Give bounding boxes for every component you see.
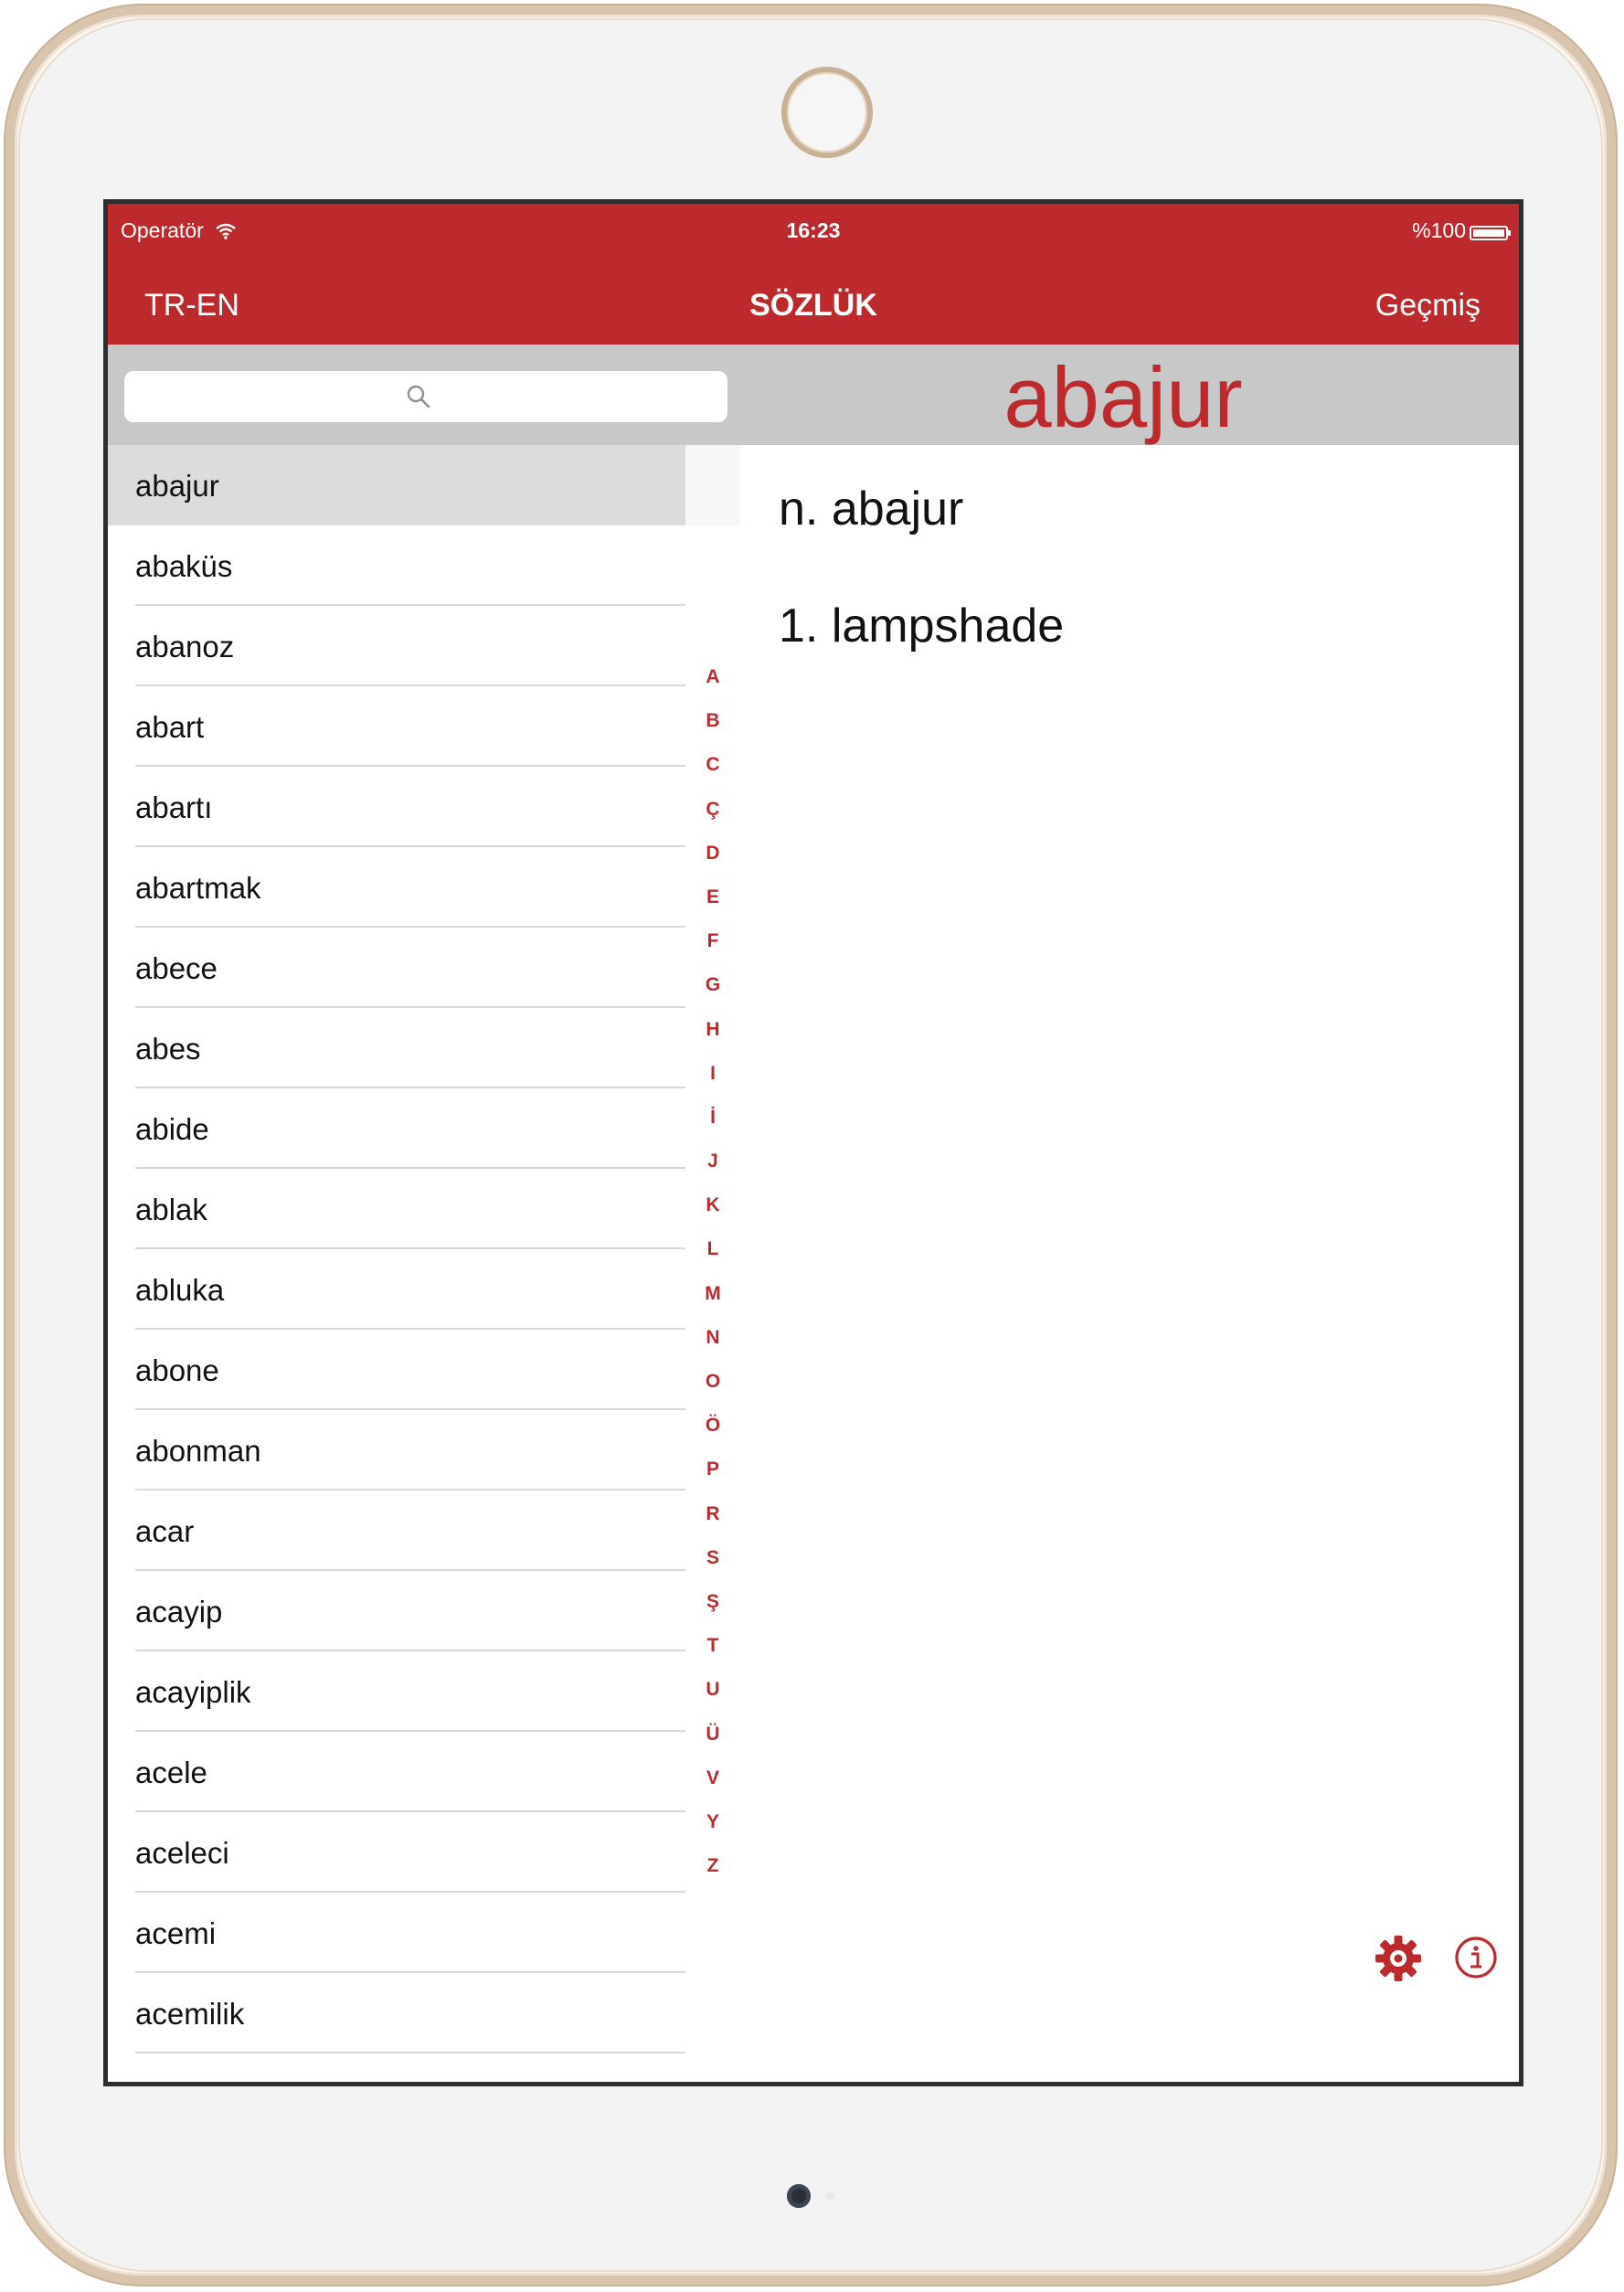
index-letter[interactable]: A [685, 655, 740, 699]
list-item[interactable]: acar [108, 1491, 685, 1571]
page-indicator [15, 2184, 1607, 2212]
index-letter[interactable]: P [685, 1448, 740, 1491]
list-item[interactable]: acayiplik [108, 1651, 685, 1732]
list-item[interactable]: aceleci [108, 1812, 685, 1893]
index-letters: ABCÇDEFGHIİJKLMNOÖPRSŞTUÜVYZ [685, 655, 740, 1888]
definition-panel: n. abajur 1. lampshade [740, 445, 1519, 2082]
status-right: %100 [1412, 218, 1511, 243]
battery-icon [1470, 226, 1511, 240]
list-item[interactable]: abonman [108, 1410, 685, 1491]
list-item-label: abaküs [135, 549, 233, 583]
index-letter[interactable]: V [685, 1756, 740, 1800]
list-item-label: abone [135, 1353, 219, 1387]
header-band: abajur [108, 345, 1519, 445]
list-item-label: acele [135, 1756, 207, 1789]
alphabet-index: ABCÇDEFGHIİJKLMNOÖPRSŞTUÜVYZ [685, 445, 740, 2082]
index-letter[interactable]: M [685, 1272, 740, 1316]
index-letter[interactable]: E [685, 875, 740, 919]
status-bar: Operatör 16:23 %100 [108, 204, 1519, 253]
search-icon [405, 383, 432, 415]
index-letter[interactable]: C [685, 743, 740, 787]
list-item[interactable]: acemi [108, 1893, 685, 1973]
list-item-label: abece [135, 951, 218, 985]
history-button[interactable]: Geçmiş [1375, 288, 1481, 324]
index-letter[interactable]: Ü [685, 1713, 740, 1756]
index-letter[interactable]: L [685, 1227, 740, 1271]
list-item-label: abartı [135, 791, 213, 824]
index-letter[interactable]: Ş [685, 1580, 740, 1624]
list-item-label: acayip [135, 1595, 223, 1629]
page-indicator-dot-active [787, 2184, 811, 2208]
index-letter[interactable]: T [685, 1624, 740, 1668]
index-letter[interactable]: U [685, 1668, 740, 1712]
index-letter[interactable]: G [685, 963, 740, 1007]
index-strip-top [685, 445, 740, 525]
gear-icon[interactable] [1375, 1935, 1422, 1982]
index-letter[interactable]: D [685, 832, 740, 875]
index-letter[interactable]: Y [685, 1800, 740, 1844]
info-icon[interactable] [1453, 1935, 1499, 1980]
word-list: abajur abaküs abanoz abart abartı abartmak abe… [108, 445, 685, 2082]
list-item[interactable]: abluka [108, 1249, 685, 1330]
list-item-label: abonman [135, 1434, 261, 1468]
list-item-label: abajur [135, 469, 219, 503]
index-letter[interactable]: R [685, 1492, 740, 1536]
list-item-label: ablak [135, 1193, 207, 1226]
list-item-label: abes [135, 1032, 201, 1066]
list-item[interactable]: acayip [108, 1571, 685, 1651]
list-item-label: abanoz [135, 630, 235, 663]
list-item[interactable]: abanoz [108, 606, 685, 686]
definition-sense: 1. lampshade [779, 600, 1065, 653]
selected-word-title: abajur [1003, 349, 1243, 445]
home-button[interactable] [781, 67, 873, 158]
app-screen: Operatör 16:23 %100 TR-EN SÖZLÜK Geçmiş [103, 199, 1523, 2086]
list-item-label: abart [135, 710, 205, 744]
index-letter[interactable]: Z [685, 1844, 740, 1888]
list-item[interactable]: acele [108, 1732, 685, 1812]
index-letter[interactable]: S [685, 1536, 740, 1580]
list-item[interactable]: abartmak [108, 847, 685, 928]
list-item-label: acemilik [135, 1997, 245, 2031]
index-letter[interactable]: Ç [685, 788, 740, 832]
list-item[interactable]: abone [108, 1330, 685, 1410]
page-indicator-dot-inactive [825, 2191, 834, 2201]
list-item-label: abluka [135, 1273, 225, 1307]
index-letter[interactable]: Ö [685, 1404, 740, 1448]
list-item[interactable]: abes [108, 1008, 685, 1088]
list-item[interactable]: acemilik [108, 1973, 685, 2053]
list-item[interactable]: abartı [108, 767, 685, 847]
index-letter[interactable]: O [685, 1360, 740, 1404]
list-item[interactable]: ablak [108, 1169, 685, 1249]
index-letter[interactable]: F [685, 919, 740, 963]
list-item-label: acayiplik [135, 1675, 251, 1709]
list-item-label: aceleci [135, 1836, 229, 1870]
index-letter[interactable]: J [685, 1140, 740, 1183]
index-letter[interactable]: İ [685, 1096, 740, 1140]
index-letter[interactable]: K [685, 1183, 740, 1227]
list-item[interactable]: abaküs [108, 525, 685, 606]
list-item-label: acente [135, 2077, 226, 2082]
list-item[interactable]: abece [108, 928, 685, 1008]
definition-part-of-speech: n. abajur [779, 483, 964, 536]
navigation-bar: TR-EN SÖZLÜK Geçmiş [108, 253, 1519, 345]
battery-percent: %100 [1412, 218, 1466, 242]
page-title: SÖZLÜK [749, 288, 877, 323]
index-letter[interactable]: B [685, 699, 740, 743]
list-item-label: acemi [135, 1916, 217, 1950]
list-item-label: abartmak [135, 871, 261, 905]
list-item[interactable]: abide [108, 1088, 685, 1169]
list-item[interactable]: abajur [108, 445, 685, 525]
index-letter[interactable]: H [685, 1008, 740, 1052]
list-item[interactable]: acente [108, 2053, 685, 2082]
search-input[interactable] [124, 371, 727, 422]
list-item-label: acar [135, 1514, 195, 1548]
index-letter[interactable]: I [685, 1052, 740, 1096]
list-item[interactable]: abart [108, 686, 685, 767]
list-item-label: abide [135, 1112, 209, 1146]
index-letter[interactable]: N [685, 1316, 740, 1360]
status-time: 16:23 [786, 218, 841, 242]
